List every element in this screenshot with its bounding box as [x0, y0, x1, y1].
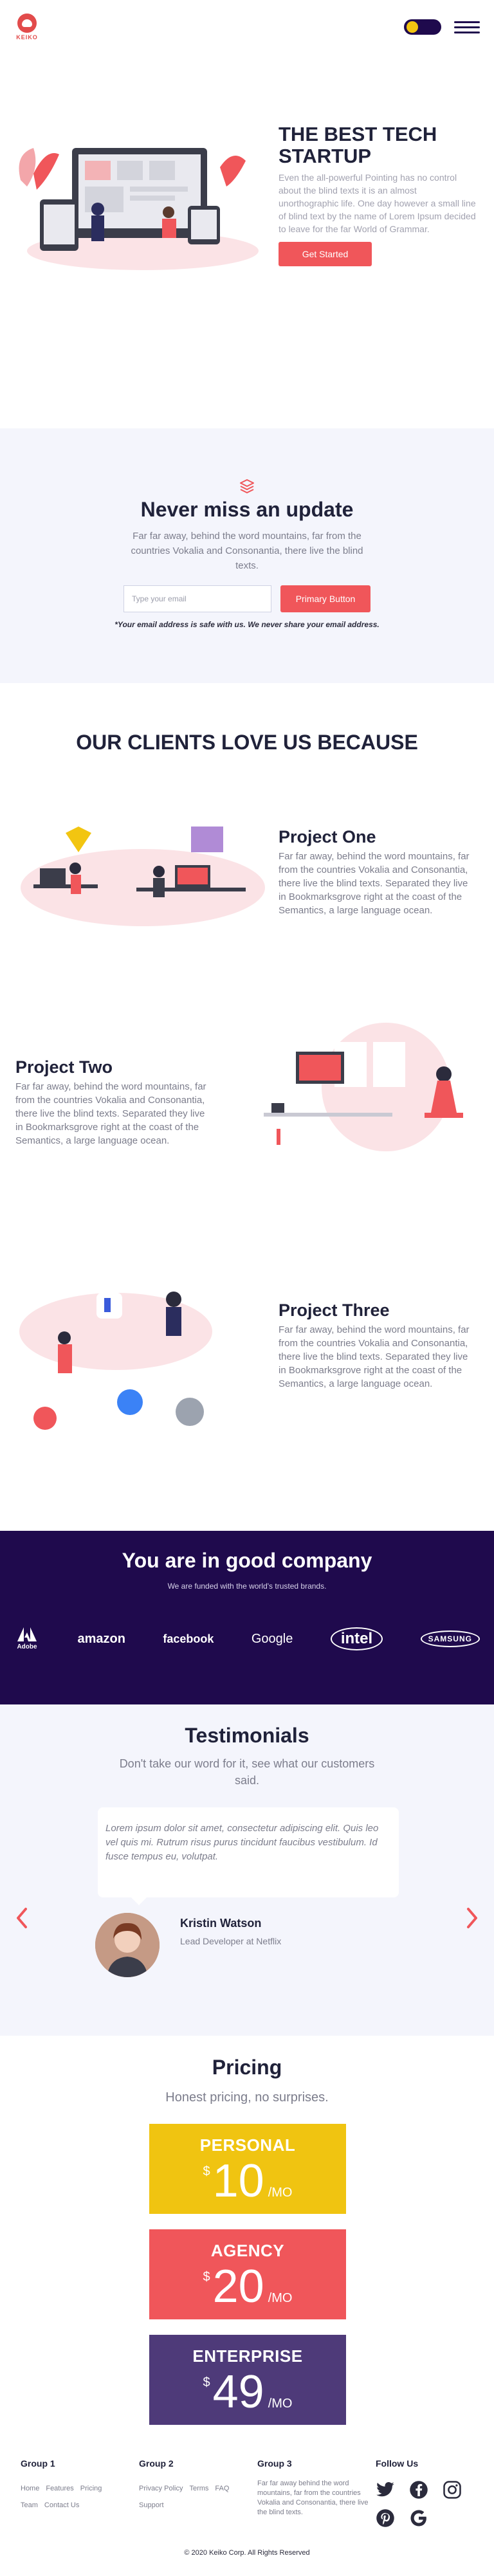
testimonials-section: Testimonials Don't take our word for it,…	[0, 1704, 494, 2036]
project-body: Far far away, behind the word mountains,…	[279, 851, 470, 916]
company-subtitle: We are funded with the world's trusted b…	[167, 1582, 327, 1591]
footer-link-pricing[interactable]: Pricing	[80, 2480, 102, 2497]
testimonial-role: Lead Developer at Netflix	[180, 1936, 282, 1946]
toggle-knob	[407, 21, 418, 33]
hero-title: THE BEST TECH STARTUP	[279, 123, 437, 167]
newsletter-section: Never miss an update Far far away, behin…	[0, 428, 494, 683]
copyright: © 2020 Keiko Corp. All Rights Reserved	[184, 2549, 310, 2557]
project-body: Far far away, behind the word mountains,…	[279, 1324, 470, 1389]
hero-section: THE BEST TECH STARTUP Even the all-power…	[0, 116, 494, 283]
footer-link-faq[interactable]: FAQ	[215, 2480, 229, 2497]
plan-enterprise[interactable]: ENTERPRISE $ 49 /MO	[149, 2335, 346, 2425]
project-title: Project One	[279, 827, 376, 846]
header-controls	[404, 19, 480, 35]
logo[interactable]: KEIKO	[14, 14, 40, 41]
footer-group-1: Group 1 Home Features Pricing Team Contact …	[21, 2458, 108, 2514]
twitter-icon[interactable]	[376, 2480, 395, 2499]
project-three: Project Three Far far away, behind the w…	[279, 1301, 478, 1391]
hero-body: Even the all-powerful Pointing has no co…	[279, 172, 476, 234]
plan-name: PERSONAL	[199, 2135, 296, 2155]
previous-arrow-icon[interactable]	[14, 1905, 30, 1931]
plan-name: AGENCY	[210, 2241, 285, 2260]
good-company-section: You are in good company We are funded wi…	[0, 1531, 494, 1704]
newsletter-form: Primary Button	[124, 585, 370, 612]
project-body: Far far away, behind the word mountains,…	[15, 1081, 206, 1146]
google-icon[interactable]	[409, 2508, 428, 2528]
plan-personal[interactable]: PERSONAL $ 10 /MO	[149, 2124, 346, 2214]
google-logo: Google	[251, 1631, 293, 1646]
testimonial-name: Kristin Watson	[180, 1917, 262, 1930]
testimonials-title: Testimonials	[185, 1724, 309, 1747]
plan-name: ENTERPRISE	[192, 2346, 303, 2366]
newsletter-title: Never miss an update	[140, 498, 354, 521]
footer-group-3: Group 3 Far far away behind the word mou…	[257, 2458, 372, 2517]
adobe-logo: Adobe	[14, 1627, 40, 1650]
footer-group-3-text: Far far away behind the word mountains, …	[257, 2480, 369, 2516]
logo-text: KEIKO	[16, 34, 38, 41]
footer-link-privacy[interactable]: Privacy Policy	[139, 2480, 183, 2497]
footer-group-2: Group 2 Privacy Policy Terms FAQ Support	[139, 2458, 235, 2514]
menu-icon[interactable]	[454, 21, 480, 33]
project-three-illustration	[19, 1292, 212, 1430]
project-title: Project Two	[15, 1057, 113, 1077]
footer: Group 1 Home Features Pricing Team Contact …	[0, 2452, 494, 2576]
footer-link-features[interactable]: Features	[46, 2480, 73, 2497]
layers-icon	[240, 479, 254, 493]
plan-price: $ 20 /MO	[203, 2261, 293, 2312]
plan-price: $ 10 /MO	[203, 2155, 293, 2207]
page: KEIKO THE BEST TECH STARTUP Even the all…	[0, 0, 494, 2576]
brand-logos: Adobe amazon facebook Google intel SAMSU…	[14, 1627, 480, 1650]
email-input[interactable]	[124, 585, 271, 612]
project-two: Project Two Far far away, behind the wor…	[15, 1057, 215, 1147]
plan-price: $ 49 /MO	[203, 2366, 293, 2418]
footer-link-support[interactable]: Support	[139, 2497, 164, 2514]
samsung-logo: SAMSUNG	[420, 1631, 480, 1647]
quote-card: Lorem ipsum dolor sit amet, consectetur …	[98, 1807, 399, 1905]
quote-text: Lorem ipsum dolor sit amet, consectetur …	[105, 1823, 379, 1862]
get-started-button[interactable]: Get Started	[279, 242, 372, 266]
company-title: You are in good company	[122, 1549, 372, 1572]
footer-link-team[interactable]: Team	[21, 2497, 38, 2514]
pricing-title: Pricing	[212, 2056, 282, 2079]
project-one-illustration	[21, 827, 265, 926]
project-title: Project Three	[279, 1301, 390, 1320]
footer-link-terms[interactable]: Terms	[189, 2480, 208, 2497]
testimonials-subtitle: Don't take our word for it, see what our…	[119, 1757, 375, 1787]
project-one: Project One Far far away, behind the wor…	[279, 827, 478, 917]
primary-button[interactable]: Primary Button	[280, 585, 370, 612]
avatar	[95, 1913, 160, 1977]
theme-toggle[interactable]	[404, 19, 441, 35]
facebook-icon[interactable]	[409, 2480, 428, 2499]
privacy-note: *Your email address is safe with us. We …	[114, 620, 380, 629]
hero-illustration	[19, 148, 259, 270]
instagram-icon[interactable]	[443, 2480, 462, 2499]
next-arrow-icon[interactable]	[464, 1905, 480, 1931]
hero-text: THE BEST TECH STARTUP Even the all-power…	[279, 123, 478, 266]
amazon-logo: amazon	[77, 1631, 125, 1646]
intel-logo: intel	[330, 1627, 383, 1650]
newsletter-body: Far far away, behind the word mountains,…	[131, 531, 363, 571]
facebook-logo: facebook	[163, 1632, 214, 1645]
pricing-subtitle: Honest pricing, no surprises.	[165, 2090, 329, 2105]
clients-title: OUR CLIENTS LOVE US BECAUSE	[76, 731, 418, 754]
footer-social: Follow Us	[376, 2458, 485, 2528]
footer-link-home[interactable]: Home	[21, 2480, 39, 2497]
pinterest-icon[interactable]	[376, 2508, 395, 2528]
footer-link-contact[interactable]: Contact Us	[44, 2497, 79, 2514]
logo-mark-icon	[17, 14, 37, 33]
project-two-illustration	[264, 1023, 463, 1151]
header: KEIKO	[0, 0, 494, 54]
plan-agency[interactable]: AGENCY $ 20 /MO	[149, 2229, 346, 2319]
